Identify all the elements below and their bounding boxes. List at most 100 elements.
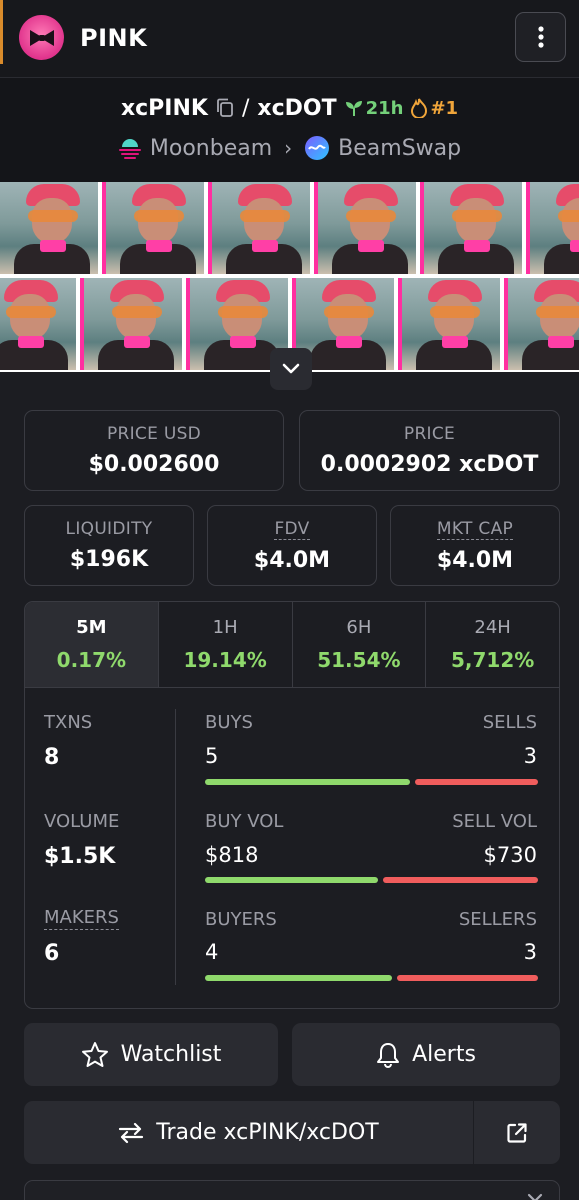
banner-bow	[336, 336, 362, 348]
tab-label: 5M	[76, 617, 107, 638]
sells-bar	[415, 779, 538, 785]
banner-glasses	[28, 210, 78, 222]
pair-title-row: xcPINK / xcDOT 21h #1	[0, 92, 579, 124]
liquidity-label: LIQUIDITY	[65, 519, 153, 539]
star-icon	[81, 1042, 108, 1067]
banner-tile	[0, 278, 76, 370]
mktcap-card[interactable]: MKT CAP $4.0M	[390, 505, 560, 586]
volume-value: $1.5K	[44, 844, 116, 869]
fdv-card[interactable]: FDV $4.0M	[207, 505, 377, 586]
banner-glasses	[346, 210, 396, 222]
expand-banner-button[interactable]	[270, 348, 312, 390]
pair-age-value: 21h	[365, 97, 404, 119]
banner-glasses	[452, 210, 502, 222]
banner-bow	[442, 336, 468, 348]
chevron-down-icon	[527, 1193, 543, 1200]
banner-tile	[80, 278, 182, 370]
banner-tile	[208, 182, 310, 274]
sellers-value: 3	[523, 940, 537, 964]
tab-label: 24H	[474, 617, 511, 638]
banner-bow	[40, 240, 66, 252]
kebab-menu-button[interactable]	[515, 12, 566, 62]
tab-change: 19.14%	[183, 648, 267, 672]
banner-glasses	[536, 306, 579, 318]
beamswap-icon	[305, 136, 330, 160]
flame-icon	[411, 98, 428, 118]
makers-label[interactable]: MAKERS	[44, 907, 119, 930]
liquidity-card: LIQUIDITY $196K	[24, 505, 194, 586]
alerts-label: Alerts	[412, 1042, 476, 1067]
dex-name[interactable]: BeamSwap	[338, 136, 461, 161]
fdv-value: $4.0M	[253, 547, 331, 573]
banner-glasses	[430, 306, 480, 318]
trending-rank[interactable]: #1	[411, 98, 458, 119]
buys-label: BUYS	[205, 712, 253, 733]
copy-icon[interactable]	[216, 98, 234, 118]
header-accent-edge	[0, 0, 3, 64]
banner-bow	[548, 336, 574, 348]
banner-tile	[0, 182, 98, 274]
banner-glasses	[134, 210, 184, 222]
tab-5m[interactable]: 5M 0.17%	[25, 602, 159, 687]
tab-6h[interactable]: 6H 51.54%	[293, 602, 427, 687]
buy-vol-bar	[205, 877, 378, 883]
banner-tile	[314, 182, 416, 274]
watchlist-button[interactable]: Watchlist	[24, 1023, 278, 1086]
trade-label: Trade xcPINK/xcDOT	[156, 1120, 379, 1145]
sprout-icon	[345, 101, 362, 116]
banner-tile	[504, 278, 579, 370]
external-link-icon	[507, 1122, 527, 1143]
tab-label: 6H	[346, 617, 372, 638]
makers-value: 6	[44, 941, 60, 966]
bell-icon	[377, 1043, 400, 1068]
banner-row-top	[0, 182, 579, 274]
buys-value: 5	[205, 744, 219, 768]
banner-bow	[358, 240, 384, 252]
buyers-bar	[205, 975, 392, 981]
mktcap-value: $4.0M	[436, 547, 514, 573]
banner-bow	[230, 336, 256, 348]
price-native-label: PRICE	[403, 424, 456, 444]
price-usd-value: $0.002600	[88, 452, 220, 477]
banner-glasses	[324, 306, 374, 318]
banner-tile	[102, 182, 204, 274]
collapsed-section-card[interactable]	[24, 1180, 560, 1200]
price-native-value: 0.0002902 xcDOT	[320, 452, 539, 477]
sell-vol-value: $730	[483, 843, 537, 867]
tab-change: 51.54%	[317, 648, 401, 672]
price-native-card: PRICE 0.0002902 xcDOT	[299, 410, 560, 491]
buyers-label: BUYERS	[205, 909, 277, 930]
banner-glasses	[112, 306, 162, 318]
quote-token[interactable]: xcDOT	[257, 96, 336, 121]
token-banner-image	[0, 182, 579, 372]
moonbeam-icon	[118, 139, 141, 159]
sellers-bar	[397, 975, 538, 981]
pair-separator: /	[241, 95, 250, 121]
tab-change: 0.17%	[56, 648, 127, 672]
banner-bow	[252, 240, 278, 252]
buyers-value: 4	[205, 940, 219, 964]
fdv-label[interactable]: FDV	[274, 519, 310, 540]
buy-vol-value: $818	[205, 843, 259, 867]
mktcap-label[interactable]: MKT CAP	[436, 519, 514, 540]
app-header: PINK	[0, 0, 579, 78]
volume-label: VOLUME	[44, 811, 120, 832]
tab-1h[interactable]: 1H 19.14%	[159, 602, 293, 687]
trade-stats-panel: TXNS 8 VOLUME $1.5K MAKERS 6 BUYS SELLS …	[24, 687, 560, 1009]
bow-logo-icon	[19, 15, 64, 60]
price-usd-label: PRICE USD	[106, 424, 202, 444]
banner-bow	[18, 336, 44, 348]
stats-divider	[175, 709, 176, 985]
tab-label: 1H	[212, 617, 238, 638]
token-title: PINK	[80, 24, 148, 52]
alerts-button[interactable]: Alerts	[292, 1023, 560, 1086]
banner-bow	[146, 240, 172, 252]
banner-glasses	[558, 210, 579, 222]
chain-name[interactable]: Moonbeam	[150, 136, 272, 161]
liquidity-value: $196K	[69, 547, 149, 572]
tab-24h[interactable]: 24H 5,712%	[426, 602, 559, 687]
base-token[interactable]: xcPINK	[121, 96, 208, 121]
buy-vol-label: BUY VOL	[205, 811, 284, 832]
txns-label: TXNS	[44, 712, 93, 733]
open-external-button[interactable]	[473, 1101, 560, 1164]
